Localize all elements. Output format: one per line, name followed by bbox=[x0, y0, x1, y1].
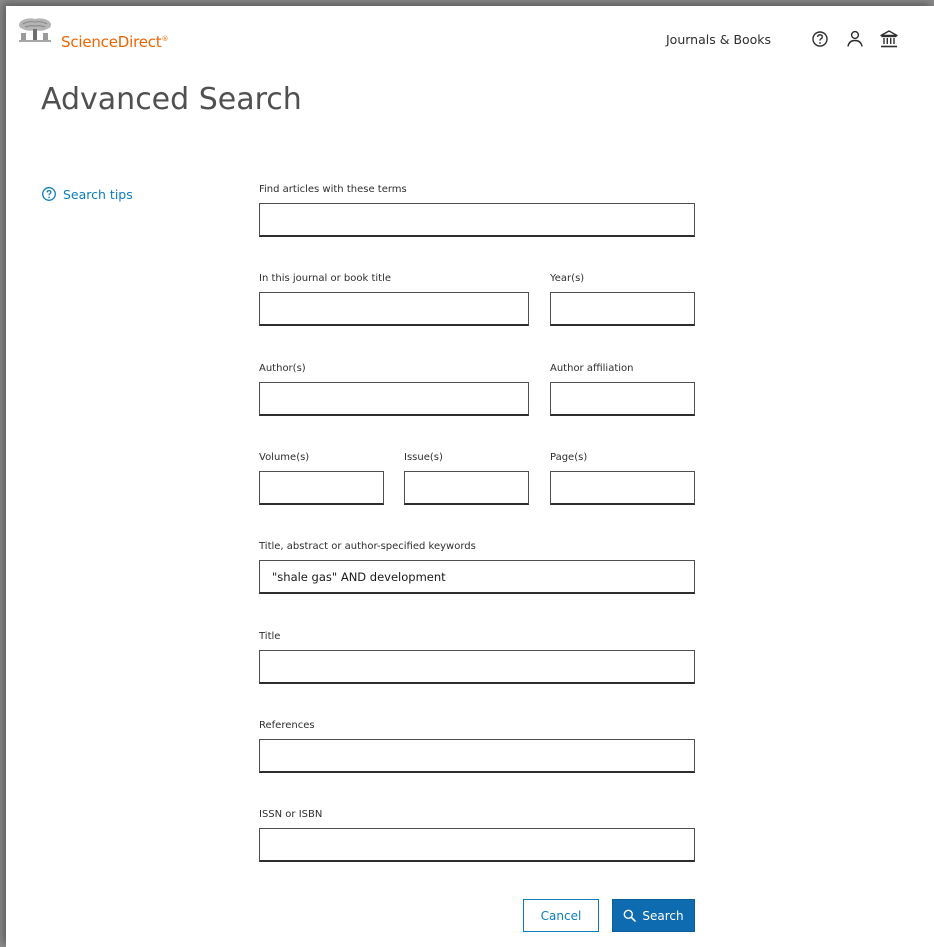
elsevier-tree-logo-icon[interactable] bbox=[16, 16, 54, 44]
institution-icon[interactable] bbox=[878, 28, 900, 50]
years-label: Year(s) bbox=[550, 273, 585, 284]
issn-isbn-input[interactable] bbox=[259, 828, 695, 862]
issue-label: Issue(s) bbox=[404, 452, 443, 463]
keywords-input[interactable] bbox=[259, 560, 695, 594]
search-tips-link[interactable]: Search tips bbox=[41, 186, 133, 202]
title-label: Title bbox=[259, 631, 281, 642]
page-title: Advanced Search bbox=[41, 82, 302, 117]
search-label: Search bbox=[642, 908, 684, 923]
issn-label: ISSN or ISBN bbox=[259, 809, 323, 820]
site-header: ScienceDirect® Journals & Books bbox=[6, 6, 934, 72]
search-icon bbox=[623, 909, 637, 922]
brand-mark: ® bbox=[161, 35, 169, 43]
user-icon[interactable] bbox=[844, 28, 866, 50]
journal-title-input[interactable] bbox=[259, 292, 529, 326]
references-label: References bbox=[259, 720, 315, 731]
help-icon[interactable] bbox=[809, 28, 831, 50]
keywords-label: Title, abstract or author-specified keyw… bbox=[259, 541, 476, 552]
authors-input[interactable] bbox=[259, 382, 529, 416]
help-circle-icon bbox=[42, 187, 56, 201]
issue-input[interactable] bbox=[404, 471, 529, 505]
browser-page: ScienceDirect® Journals & Books Advanced… bbox=[6, 6, 934, 947]
brand-name: ScienceDirect bbox=[61, 33, 162, 51]
volume-label: Volume(s) bbox=[259, 452, 310, 463]
journals-books-link[interactable]: Journals & Books bbox=[666, 32, 771, 47]
sciencedirect-brand[interactable]: ScienceDirect® bbox=[61, 33, 168, 51]
search-tips-label: Search tips bbox=[63, 186, 133, 202]
title-input[interactable] bbox=[259, 650, 695, 684]
pages-label: Page(s) bbox=[550, 452, 588, 463]
terms-input[interactable] bbox=[259, 203, 695, 237]
affiliation-label: Author affiliation bbox=[550, 363, 634, 374]
years-input[interactable] bbox=[550, 292, 695, 326]
pages-input[interactable] bbox=[550, 471, 695, 505]
authors-label: Author(s) bbox=[259, 363, 306, 374]
cancel-button[interactable]: Cancel bbox=[523, 899, 599, 932]
search-button[interactable]: Search bbox=[612, 899, 695, 932]
terms-label: Find articles with these terms bbox=[259, 184, 407, 195]
volume-input[interactable] bbox=[259, 471, 384, 505]
author-affiliation-input[interactable] bbox=[550, 382, 695, 416]
journal-label: In this journal or book title bbox=[259, 273, 391, 284]
references-input[interactable] bbox=[259, 739, 695, 773]
cancel-label: Cancel bbox=[540, 908, 582, 923]
